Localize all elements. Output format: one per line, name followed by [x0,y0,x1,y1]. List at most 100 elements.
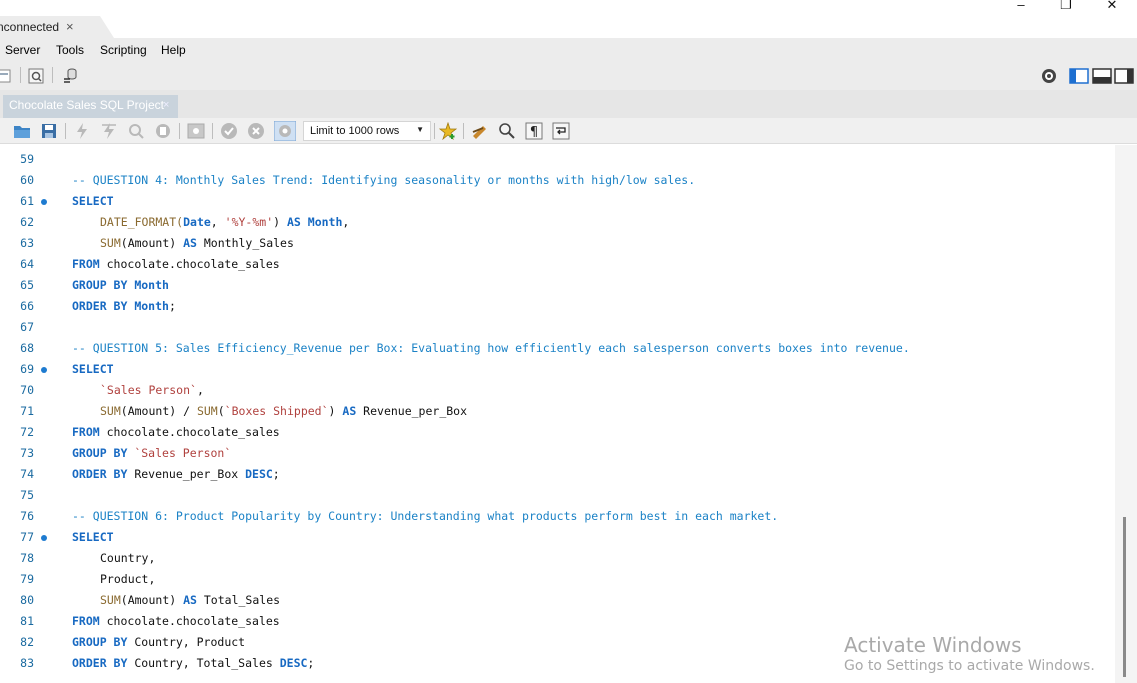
code-line[interactable]: 66 ORDER BY Month; [0,296,1115,317]
menu-tools[interactable]: Tools [56,43,84,57]
code-token: -- QUESTION 4: Monthly Sales Trend: Iden… [72,173,696,187]
code-line[interactable]: 69 SELECT [0,359,1115,380]
tab-label: Chocolate Sales SQL Project [9,98,164,112]
settings-gear-icon[interactable] [1040,67,1058,85]
toggle-error-icon[interactable] [187,122,205,140]
close-tab-icon[interactable]: × [163,99,169,111]
code-line[interactable]: 80 SUM(Amount) AS Total_Sales [0,590,1115,611]
code-text: SUM(Amount) AS Total_Sales [100,590,280,611]
menu-help[interactable]: Help [161,43,186,57]
limit-rows-value: Limit to 1000 rows [310,125,400,137]
line-number: 74 [20,467,34,481]
code-token: FROM [72,425,100,439]
code-token: ) [273,215,287,229]
find-icon[interactable] [498,122,516,140]
explain-icon[interactable] [127,122,145,140]
code-text: SELECT [72,191,114,212]
execute-icon[interactable] [73,122,91,140]
code-text: FROM chocolate.chocolate_sales [72,422,280,443]
sql-editor[interactable]: 59 60 -- QUESTION 4: Monthly Sales Trend: … [0,145,1115,683]
code-token: (Amount) / [120,404,197,418]
code-line[interactable]: 70 `Sales Person`, [0,380,1115,401]
toolbar-separator [463,123,464,139]
toolbar-separator [434,123,435,139]
toggle-secondary-sidebar-icon[interactable] [1114,67,1134,85]
code-line[interactable]: 62 DATE_FORMAT(Date, '%Y-%m') AS Month, [0,212,1115,233]
code-token: Country, Total_Sales [127,656,280,670]
code-line[interactable]: 60 -- QUESTION 4: Monthly Sales Trend: Id… [0,170,1115,191]
code-line[interactable]: 78 Country, [0,548,1115,569]
activate-windows-subtitle: Go to Settings to activate Windows. [844,658,1095,674]
code-line[interactable]: 72 FROM chocolate.chocolate_sales [0,422,1115,443]
title-bar: nconnected × – ❐ ✕ [0,0,1137,38]
code-token: SUM [196,404,218,418]
line-number: 77 [20,530,34,544]
code-token: ORDER BY [72,656,128,670]
connection-tab[interactable]: nconnected × [0,16,114,38]
line-number: 82 [20,635,34,649]
stop-icon[interactable] [154,122,172,140]
toggle-output-icon[interactable] [1092,67,1112,85]
code-text: -- QUESTION 6: Product Popularity by Cou… [72,506,778,527]
code-line[interactable]: 73 GROUP BY `Sales Person` [0,443,1115,464]
code-token: (Amount) [120,593,184,607]
code-token: AS [183,236,197,250]
code-line[interactable]: 65 GROUP BY Month [0,275,1115,296]
code-token: , [210,215,225,229]
limit-rows-select[interactable]: Limit to 1000 rows ▼ [303,121,431,141]
code-text: SELECT [72,359,114,380]
rollback-icon[interactable] [247,122,265,140]
code-token: SUM [100,236,121,250]
maximize-button[interactable]: ❐ [1043,0,1089,14]
close-window-button[interactable]: ✕ [1089,0,1135,14]
autocommit-icon[interactable] [274,121,296,141]
code-token: ) [328,404,343,418]
add-snippet-icon[interactable] [439,122,457,140]
menu-bar: Server Tools Scripting Help [0,38,1137,62]
code-token: ; [272,467,280,481]
close-icon[interactable]: × [66,19,74,34]
editor-scrollbar[interactable] [1115,145,1137,683]
code-text: `Sales Person`, [100,380,204,401]
code-line[interactable]: 64 FROM chocolate.chocolate_sales [0,254,1115,275]
code-line[interactable]: 81 FROM chocolate.chocolate_sales [0,611,1115,632]
code-token: GROUP BY [72,446,128,460]
code-line[interactable]: 59 [0,149,1115,170]
code-line[interactable]: 74 ORDER BY Revenue_per_Box DESC; [0,464,1115,485]
chevron-down-icon: ▼ [416,125,424,134]
code-line[interactable]: 76 -- QUESTION 6: Product Popularity by C… [0,506,1115,527]
line-number: 64 [20,257,34,271]
code-token: FROM [72,257,100,271]
code-line[interactable]: 75 [0,485,1115,506]
line-number: 73 [20,446,34,460]
word-wrap-icon[interactable] [552,122,570,140]
menu-scripting[interactable]: Scripting [100,43,147,57]
invisible-characters-icon[interactable]: ¶ [525,122,543,140]
open-folder-icon[interactable] [13,122,31,140]
code-line[interactable]: 77 SELECT [0,527,1115,548]
scrollbar-thumb[interactable] [1123,517,1126,677]
tab-chocolate-sales-sql-project[interactable]: Chocolate Sales SQL Project × [3,95,178,118]
beautify-icon[interactable] [471,122,489,140]
code-line[interactable]: 61 SELECT [0,191,1115,212]
inspect-icon[interactable] [27,67,45,85]
code-line[interactable]: 71 SUM(Amount) / SUM(`Boxes Shipped`) AS … [0,401,1115,422]
line-number: 80 [20,593,34,607]
code-line[interactable]: 79 Product, [0,569,1115,590]
toolbar-separator [52,67,53,83]
commit-icon[interactable] [220,122,238,140]
code-line[interactable]: 68 -- QUESTION 5: Sales Efficiency_Revenu… [0,338,1115,359]
execute-current-icon[interactable] [100,122,118,140]
code-text: GROUP BY Country, Product [72,632,245,653]
code-line[interactable]: 67 [0,317,1115,338]
menu-server[interactable]: Server [5,43,40,57]
code-text: -- QUESTION 4: Monthly Sales Trend: Iden… [72,170,695,191]
save-icon[interactable] [40,122,58,140]
code-line[interactable]: 63 SUM(Amount) AS Monthly_Sales [0,233,1115,254]
sql-file-icon[interactable] [0,67,14,85]
database-reconnect-icon[interactable] [61,67,79,85]
minimize-button[interactable]: – [998,0,1044,14]
code-token: Month [307,215,343,229]
toggle-sidebar-icon[interactable] [1069,67,1089,85]
code-text: GROUP BY Month [72,275,169,296]
